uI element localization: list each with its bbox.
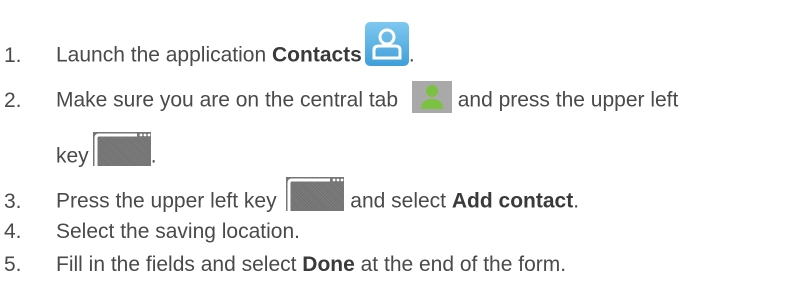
step-3: 3. Press the upper left key and select Ad… — [4, 177, 580, 219]
step-punct: . — [150, 144, 157, 168]
step-text: key — [56, 144, 89, 168]
step-1: 1. Launch the application Contacts . — [4, 22, 415, 78]
step-text: Fill in the fields and select — [56, 253, 303, 276]
step-2: 2. Make sure you are on the central tab a… — [4, 81, 679, 117]
step-text: Select the saving location. — [56, 220, 300, 243]
step-text-end: at the end of the form. — [354, 253, 567, 276]
step-number: 2. — [4, 88, 22, 112]
step-text: Make sure you are on the central tab — [56, 88, 404, 112]
step-text-end: and press the upper left — [451, 88, 679, 112]
step-text: Press the upper left key — [56, 189, 283, 213]
step-number: 4. — [4, 220, 22, 243]
step-number: 3. — [4, 189, 22, 213]
menu-key-icon — [92, 132, 151, 166]
contacts-tab-icon — [411, 81, 452, 113]
step-punct: . — [408, 43, 415, 67]
menu-option: Add contact — [451, 189, 574, 213]
step-number: 5. — [4, 253, 22, 276]
step-number: 1. — [4, 43, 22, 67]
step-punct: . — [573, 189, 580, 213]
menu-key-icon — [286, 177, 345, 211]
step-4: 4. Select the saving location. — [4, 218, 300, 246]
step-5: 5. Fill in the fields and select Done at … — [4, 251, 566, 279]
button-name: Done — [302, 253, 355, 276]
step-2-continued: key . — [56, 132, 157, 174]
step-text: and select — [344, 189, 452, 213]
step-text: Launch the application — [56, 43, 272, 67]
contacts-app-icon — [364, 22, 409, 66]
app-name: Contacts — [272, 43, 362, 67]
